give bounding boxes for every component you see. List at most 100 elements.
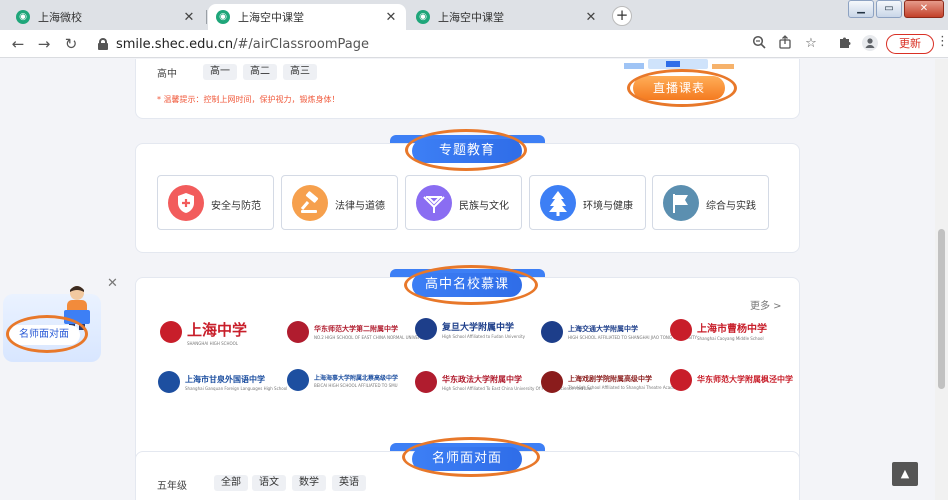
- school-logo-fudan[interactable]: 复旦大学附属中学 High School Affiliated to Fudan …: [415, 314, 525, 344]
- subject-pill-math[interactable]: 数学: [292, 475, 326, 491]
- topic-label: 民族与文化: [459, 201, 509, 212]
- forward-arrow-icon[interactable]: →: [34, 34, 54, 54]
- address-bar: ← → ↻ smile.shec.edu.cn/#/airClassroomPa…: [0, 30, 948, 58]
- school-seal-icon: [541, 371, 563, 393]
- school-logo-theatre[interactable]: 上海戏剧学院附属高级中学 The High School Affiliated t…: [541, 367, 681, 397]
- tab-close-icon[interactable]: ✕: [182, 10, 196, 25]
- bookmark-star-icon[interactable]: ☆: [802, 35, 820, 53]
- maximize-button[interactable]: ▭: [876, 0, 902, 18]
- tab-close-icon[interactable]: ✕: [584, 10, 598, 25]
- more-link[interactable]: 更多 >: [750, 297, 782, 312]
- school-en-name: NO.2 HIGH SCHOOL OF EAST CHINA NORMAL UN…: [314, 335, 430, 340]
- new-tab-button[interactable]: +: [612, 6, 632, 26]
- school-seal-icon: [541, 321, 563, 343]
- window-close-button[interactable]: ✕: [904, 0, 944, 18]
- school-en-name: High School Affiliated to Fudan Universi…: [442, 333, 526, 339]
- school-seal-icon: [670, 319, 692, 341]
- school-en-name: SHANGHAI HIGH SCHOOL: [187, 340, 239, 346]
- school-seal-icon: [415, 318, 437, 340]
- school-logo-caoyang[interactable]: 上海市曹杨中学 Shanghai Caoyang Middle School: [670, 315, 767, 345]
- school-logo-shanghai-high[interactable]: 上海中学 SHANGHAI HIGH SCHOOL: [160, 317, 247, 347]
- window-controls: ▁ ▭ ✕: [846, 0, 944, 18]
- tab-title: 上海空中课堂: [238, 11, 304, 24]
- level-label: 高中: [157, 69, 177, 80]
- topic-label: 安全与防范: [211, 201, 261, 212]
- grade-pill-1[interactable]: 高一: [203, 64, 237, 80]
- subject-pill-all[interactable]: 全部: [214, 475, 248, 491]
- grade-pill-3[interactable]: 高三: [283, 64, 317, 80]
- tab-title: 上海空中课堂: [438, 11, 504, 24]
- school-name: 华东师范大学第二附属中学: [314, 324, 398, 333]
- back-to-top-button[interactable]: ▲: [892, 462, 918, 486]
- extensions-puzzle-icon[interactable]: [836, 35, 854, 53]
- subject-pill-english[interactable]: 英语: [332, 475, 366, 491]
- school-name: 华东师范大学附属枫泾中学: [697, 374, 793, 384]
- reminder-tip: * 温馨提示：控制上网时间，保护视力，锻炼身体！: [157, 95, 340, 104]
- school-logo-fengjing[interactable]: 华东师范大学附属枫泾中学: [670, 365, 793, 395]
- grade-pill-2[interactable]: 高二: [243, 64, 277, 80]
- back-arrow-icon[interactable]: ←: [8, 34, 28, 54]
- school-seal-icon: [158, 371, 180, 393]
- topic-safety[interactable]: 安全与防范: [157, 175, 274, 230]
- tab-divider: [206, 10, 207, 24]
- school-logo-ecnu-2[interactable]: 华东师范大学第二附属中学 NO.2 HIGH SCHOOL OF EAST CHI…: [287, 317, 429, 347]
- school-seal-icon: [415, 371, 437, 393]
- culture-icon: [416, 185, 452, 221]
- flag-icon: [663, 185, 699, 221]
- browser-menu-icon[interactable]: ⋮: [936, 34, 948, 49]
- browser-tab-2-active[interactable]: ◉ 上海空中课堂 ✕: [208, 4, 406, 30]
- tree-icon: [540, 185, 576, 221]
- topic-education-title: 专题教育: [412, 139, 522, 163]
- school-logo-beicai[interactable]: 上海海事大学附属北蔡高级中学 BEICAI HIGH SCHOOL AFFILIA…: [287, 365, 398, 395]
- school-name: 上海市曹杨中学: [697, 323, 767, 335]
- site-favicon-icon: ◉: [16, 10, 30, 24]
- share-icon[interactable]: [776, 35, 794, 53]
- topic-label: 法律与道德: [335, 201, 385, 212]
- school-name: 上海中学: [187, 320, 248, 339]
- grade-label: 五年级: [157, 481, 187, 492]
- school-en-name: Shanghai Caoyang Middle School: [697, 335, 764, 341]
- tab-close-icon[interactable]: ✕: [384, 10, 398, 25]
- topic-environment[interactable]: 环境与健康: [529, 175, 646, 230]
- teacher-illustration-icon: [64, 286, 90, 330]
- widget-close-icon[interactable]: ✕: [107, 276, 118, 291]
- minimize-button[interactable]: ▁: [848, 0, 874, 18]
- school-name: 上海市甘泉外国语中学: [185, 373, 265, 384]
- school-seal-icon: [287, 321, 309, 343]
- update-button[interactable]: 更新: [886, 34, 934, 54]
- page-viewport: 高中 高一 高二 高三 * 温馨提示：控制上网时间，保护视力，锻炼身体！ 直播课…: [0, 59, 935, 500]
- gavel-icon: [292, 185, 328, 221]
- profile-avatar-icon[interactable]: [861, 35, 879, 53]
- teachers-title: 名师面对面: [412, 447, 522, 471]
- live-schedule-button[interactable]: 直播课表: [633, 76, 725, 100]
- school-en-name: The High School Affiliated to Shanghai T…: [568, 385, 682, 390]
- site-favicon-icon: ◉: [416, 10, 430, 24]
- shield-icon: [168, 185, 204, 221]
- url-field[interactable]: smile.shec.edu.cn/#/airClassroomPage: [92, 32, 832, 56]
- lock-icon: [98, 38, 108, 50]
- site-favicon-icon: ◉: [216, 10, 230, 24]
- topic-label: 环境与健康: [583, 201, 633, 212]
- school-seal-icon: [670, 369, 692, 391]
- school-en-name: BEICAI HIGH SCHOOL AFFILIATED TO SMU: [314, 382, 398, 388]
- topic-culture[interactable]: 民族与文化: [405, 175, 522, 230]
- url-path: /#/airClassroomPage: [233, 36, 369, 52]
- subject-pill-chinese[interactable]: 语文: [252, 475, 286, 491]
- page-scrollbar[interactable]: [935, 59, 948, 500]
- reload-icon[interactable]: ↻: [61, 34, 81, 54]
- school-logo-ganquan[interactable]: 上海市甘泉外国语中学 Shanghai Ganquan Foreign Langu…: [158, 367, 287, 397]
- scrollbar-thumb[interactable]: [938, 229, 945, 389]
- floating-widget-label[interactable]: 名师面对面: [8, 325, 80, 345]
- school-en-name: Shanghai Ganquan Foreign Languages High …: [185, 385, 288, 391]
- school-seal-icon: [287, 369, 309, 391]
- mooc-title: 高中名校慕课: [412, 273, 522, 297]
- browser-tab-1[interactable]: ◉ 上海微校 ✕: [8, 4, 204, 30]
- browser-tab-3[interactable]: ◉ 上海空中课堂 ✕: [408, 4, 606, 30]
- school-name: 上海戏剧学院附属高级中学: [568, 374, 652, 383]
- zoom-icon[interactable]: [750, 35, 768, 53]
- browser-tab-bar: ◉ 上海微校 ✕ ◉ 上海空中课堂 ✕ ◉ 上海空中课堂 ✕ + ▁ ▭ ✕: [0, 0, 948, 30]
- school-name: 上海海事大学附属北蔡高级中学: [314, 374, 399, 382]
- topic-law[interactable]: 法律与道德: [281, 175, 398, 230]
- tab-title: 上海微校: [38, 11, 82, 24]
- topic-practice[interactable]: 综合与实践: [652, 175, 769, 230]
